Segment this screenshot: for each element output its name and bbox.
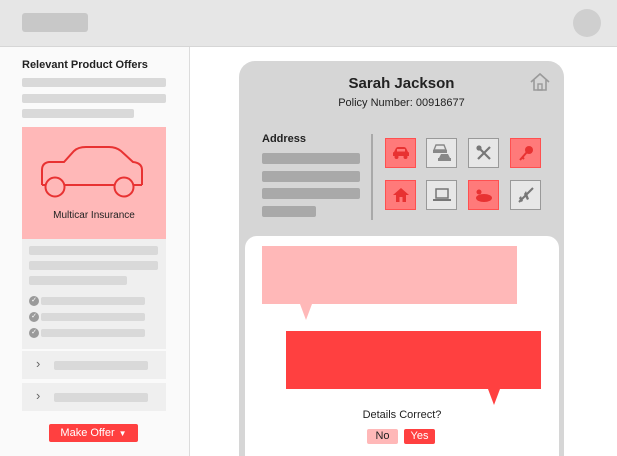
no-button[interactable]: No bbox=[367, 429, 398, 444]
laptop-icon bbox=[432, 188, 451, 201]
plane-icon bbox=[517, 187, 534, 203]
offer-details: ✓ ✓ ✓ bbox=[22, 239, 166, 349]
product-tile-car[interactable] bbox=[385, 138, 416, 168]
sidebar-title: Relevant Product Offers bbox=[22, 59, 148, 71]
product-tile-multicar[interactable] bbox=[426, 138, 457, 168]
check-icon: ✓ bbox=[29, 312, 39, 322]
feature-placeholder bbox=[41, 313, 145, 321]
bubble-tail bbox=[488, 389, 500, 405]
text-placeholder bbox=[54, 361, 148, 370]
car-icon bbox=[41, 146, 143, 198]
details-question: Details Correct? bbox=[362, 409, 442, 421]
address-line bbox=[262, 171, 360, 182]
tools-icon bbox=[475, 145, 491, 160]
text-placeholder bbox=[54, 393, 148, 402]
text-placeholder bbox=[29, 261, 158, 270]
multi-car-icon bbox=[432, 144, 451, 161]
accordion-item[interactable]: › bbox=[22, 383, 166, 411]
address-line bbox=[262, 153, 360, 164]
address-line bbox=[262, 188, 360, 199]
product-tile-travel[interactable] bbox=[510, 180, 541, 210]
check-icon: ✓ bbox=[29, 296, 39, 306]
agent-message-bubble bbox=[262, 246, 517, 304]
accordion-item[interactable]: › bbox=[22, 351, 166, 379]
chevron-right-icon: › bbox=[36, 356, 41, 371]
text-placeholder bbox=[22, 109, 134, 118]
text-placeholder bbox=[22, 78, 166, 87]
text-placeholder bbox=[29, 276, 127, 285]
bubble-tail bbox=[300, 304, 312, 320]
offer-label: Multicar Insurance bbox=[53, 210, 135, 221]
house-icon bbox=[392, 188, 409, 202]
policy-number: Policy Number: 00918677 bbox=[338, 97, 465, 109]
address-label: Address bbox=[262, 133, 307, 145]
sidebar: Relevant Product Offers Multicar Insuran… bbox=[0, 47, 190, 456]
divider bbox=[371, 134, 373, 220]
check-icon: ✓ bbox=[29, 328, 39, 338]
text-placeholder bbox=[29, 246, 158, 255]
logo-placeholder[interactable] bbox=[22, 13, 88, 32]
address-line bbox=[262, 206, 316, 217]
top-bar bbox=[0, 0, 617, 47]
customer-name: Sarah Jackson bbox=[348, 75, 455, 92]
chat-panel: Details Correct? No Yes bbox=[245, 236, 559, 456]
feature-placeholder bbox=[41, 297, 145, 305]
make-offer-label: Make Offer bbox=[60, 427, 115, 439]
home-icon[interactable] bbox=[529, 71, 551, 93]
product-tile-home[interactable] bbox=[385, 180, 416, 210]
car-icon bbox=[392, 147, 409, 159]
feature-placeholder bbox=[41, 329, 145, 337]
key-icon bbox=[518, 146, 533, 161]
product-tile-pet[interactable] bbox=[468, 180, 499, 210]
product-tile-key[interactable] bbox=[510, 138, 541, 168]
product-tile-tools[interactable] bbox=[468, 138, 499, 168]
yes-button[interactable]: Yes bbox=[404, 429, 435, 444]
product-tile-laptop[interactable] bbox=[426, 180, 457, 210]
text-placeholder bbox=[22, 94, 166, 103]
make-offer-button[interactable]: Make Offer ▼ bbox=[49, 424, 138, 442]
offer-card-multicar[interactable]: Multicar Insurance bbox=[22, 127, 166, 239]
user-avatar[interactable] bbox=[573, 9, 601, 37]
chevron-right-icon: › bbox=[36, 388, 41, 403]
customer-message-bubble bbox=[286, 331, 541, 389]
chevron-down-icon: ▼ bbox=[118, 428, 127, 438]
pet-icon bbox=[475, 189, 492, 202]
